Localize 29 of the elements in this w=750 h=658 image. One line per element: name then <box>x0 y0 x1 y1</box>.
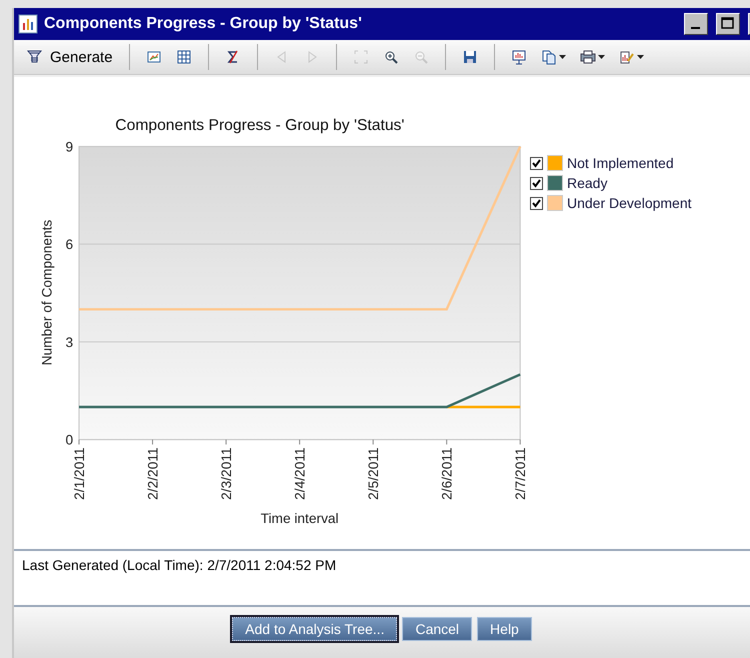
window-title: Components Progress - Group by 'Status' <box>44 15 363 33</box>
y-tick-label: 3 <box>66 334 74 350</box>
legend-label: Not Implemented <box>567 155 674 171</box>
legend-label: Under Development <box>567 195 692 211</box>
x-tick-label: 2/2/2011 <box>145 447 160 500</box>
legend-checkbox[interactable] <box>530 156 543 170</box>
minimize-button[interactable] <box>684 13 708 35</box>
y-tick-label: 9 <box>66 139 74 154</box>
maximize-button[interactable] <box>716 13 740 35</box>
x-tick-label: 2/3/2011 <box>218 447 234 500</box>
x-tick-label: 2/4/2011 <box>292 447 308 500</box>
x-tick-label: 2/5/2011 <box>366 447 382 500</box>
y-tick-label: 6 <box>66 237 74 252</box>
y-axis-label: Number of Components <box>40 220 55 366</box>
dialog-button[interactable]: Help <box>477 617 532 641</box>
legend-checkbox[interactable] <box>530 176 543 190</box>
x-tick-label: 2/6/2011 <box>440 447 455 500</box>
y-tick-label: 0 <box>66 432 74 448</box>
generate-button[interactable]: Generate <box>20 45 119 69</box>
bar-chart-icon <box>18 14 38 34</box>
x-tick-label: 2/1/2011 <box>72 447 87 500</box>
x-tick-label: 2/7/2011 <box>513 447 528 500</box>
legend-label: Ready <box>567 175 608 191</box>
status-text: Last Generated (Local Time): 2/7/2011 2:04:52 PM <box>22 557 336 573</box>
x-axis-label: Time interval <box>260 510 339 526</box>
dialog-button[interactable]: Cancel <box>402 617 472 641</box>
chart-title: Components Progress - Group by 'Status' <box>115 116 404 134</box>
legend-checkbox[interactable] <box>530 196 543 210</box>
dialog-button[interactable]: Add to Analysis Tree... <box>232 617 398 641</box>
